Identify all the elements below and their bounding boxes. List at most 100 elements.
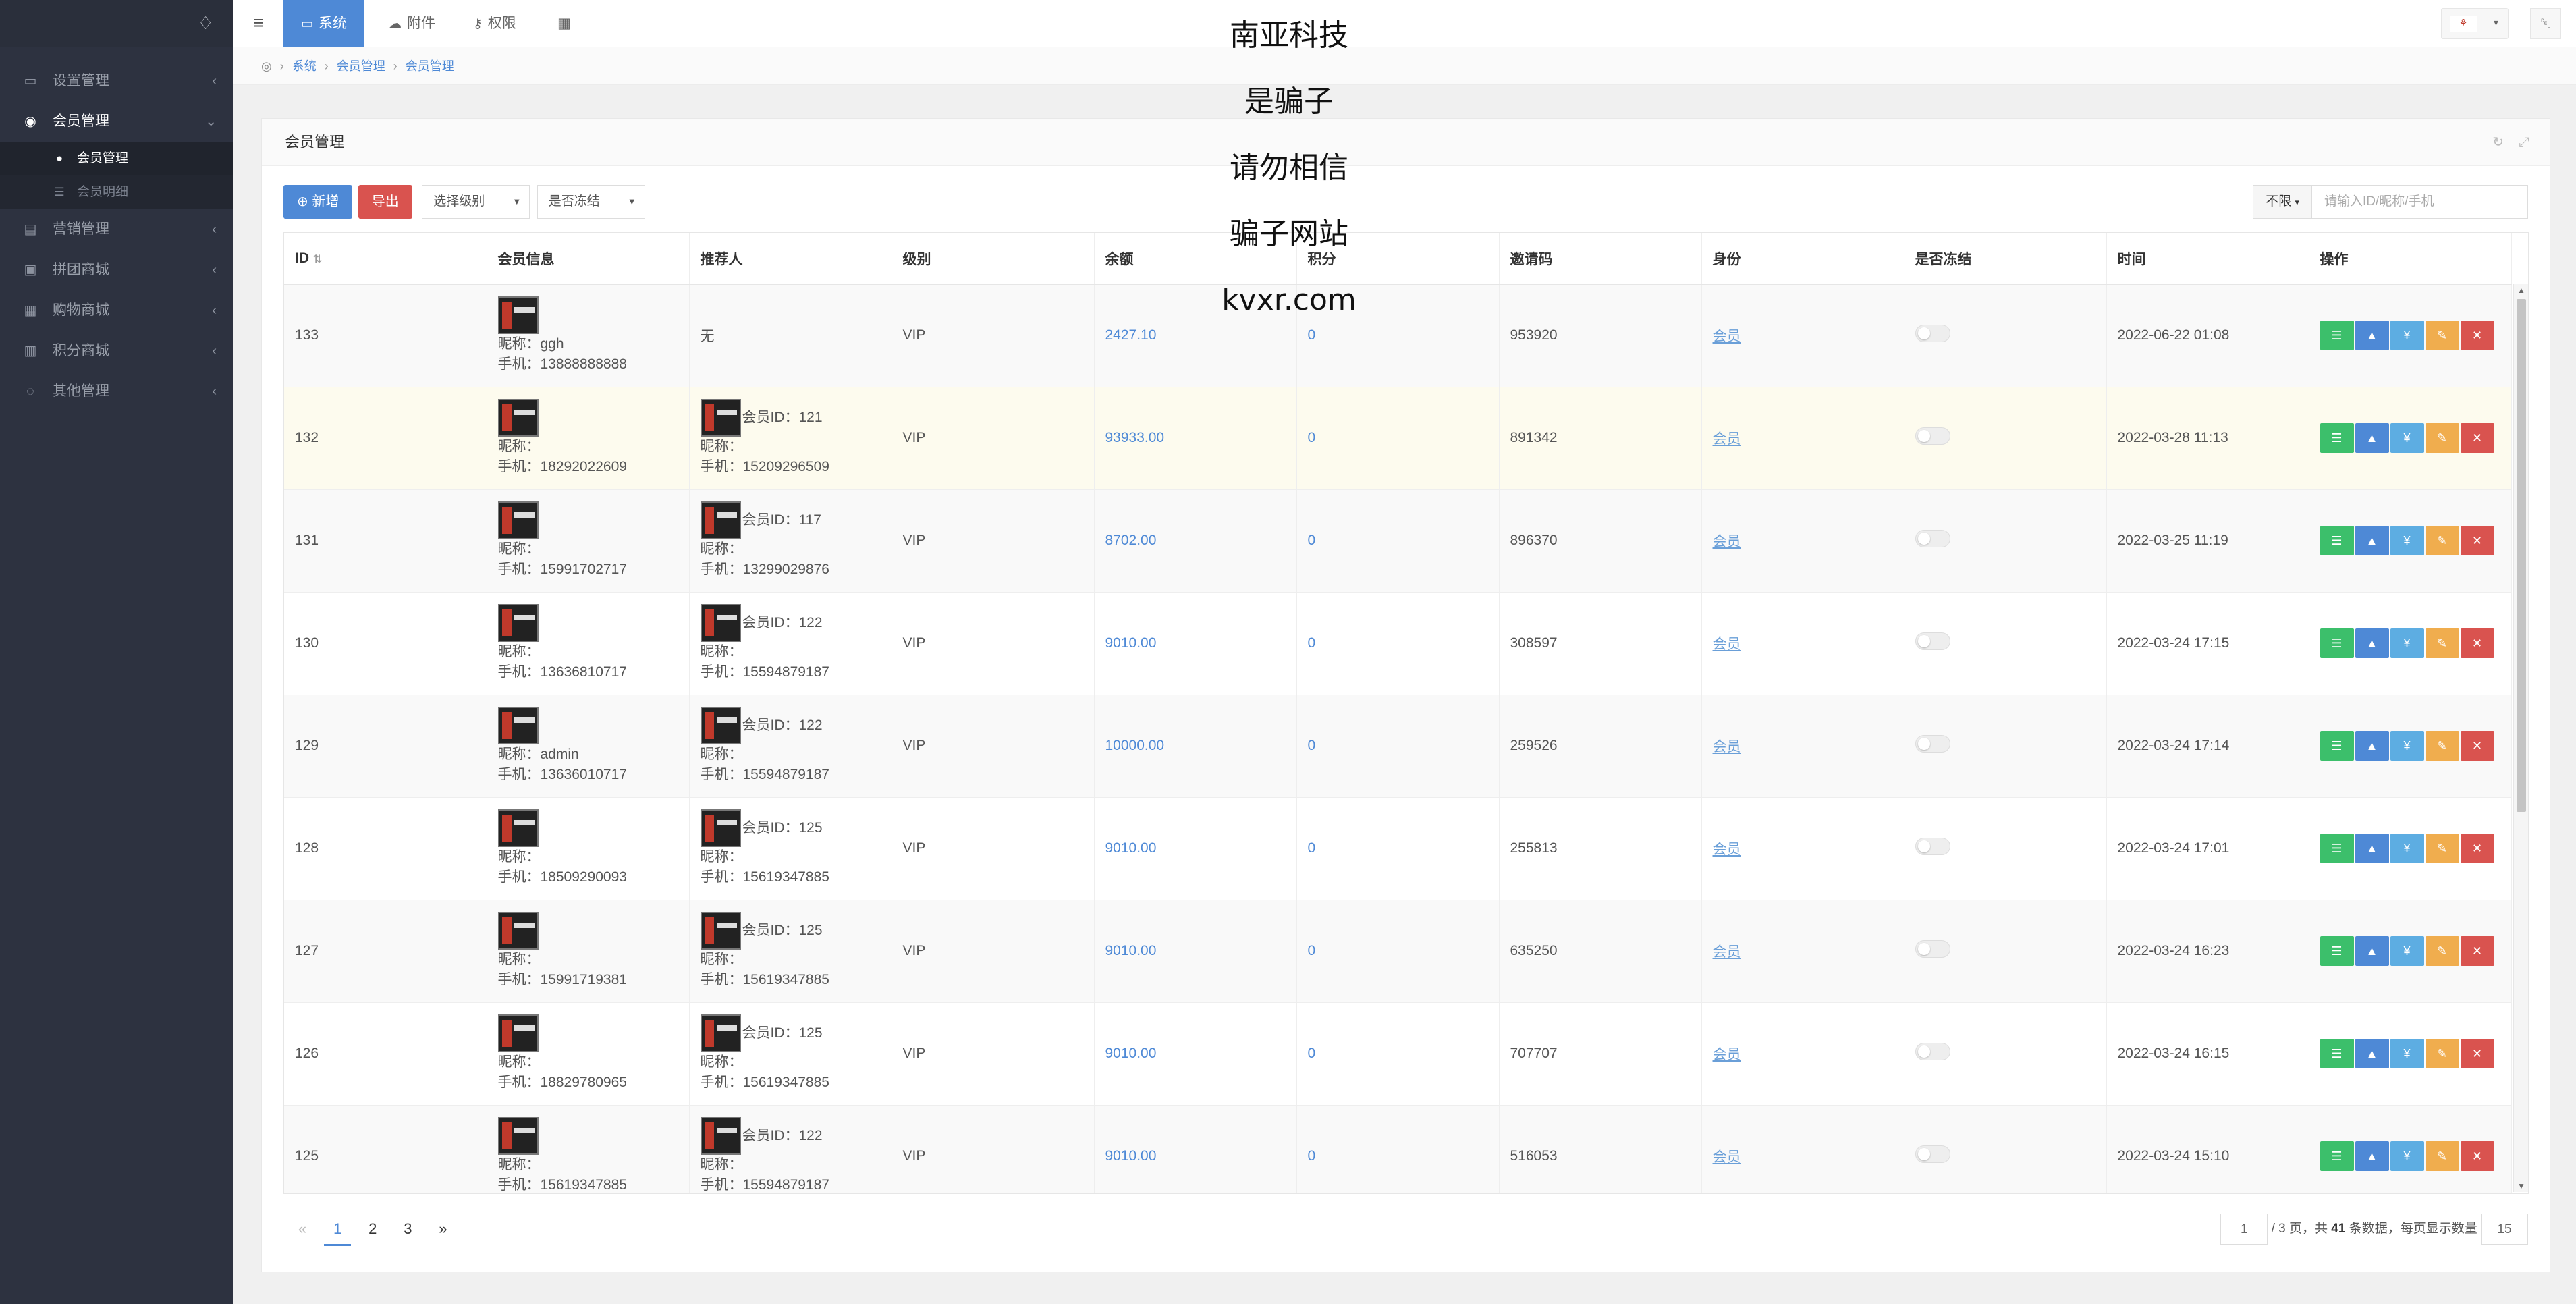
sitemap-button[interactable]: ☰: [2320, 1141, 2354, 1171]
shirt-button[interactable]: ▲: [2355, 321, 2389, 350]
points-link[interactable]: 0: [1308, 635, 1316, 651]
sidebar-item-shop[interactable]: ▦ 购物商城 ‹: [0, 290, 233, 331]
pencil-button[interactable]: ✎: [2425, 423, 2459, 453]
sitemap-button[interactable]: ☰: [2320, 628, 2354, 658]
frozen-toggle[interactable]: [1915, 1043, 1950, 1060]
role-link[interactable]: 会员: [1713, 431, 1741, 447]
points-link[interactable]: 0: [1308, 1148, 1316, 1164]
per-page-select[interactable]: 15: [2481, 1214, 2528, 1245]
sidebar-item-other[interactable]: ◌ 其他管理 ‹: [0, 371, 233, 412]
pencil-button[interactable]: ✎: [2425, 1141, 2459, 1171]
page-button-1[interactable]: 1: [324, 1212, 352, 1246]
role-link[interactable]: 会员: [1713, 329, 1741, 344]
role-link[interactable]: 会员: [1713, 1047, 1741, 1062]
frozen-toggle[interactable]: [1915, 940, 1950, 958]
page-button-2[interactable]: 2: [359, 1212, 386, 1246]
shirt-button[interactable]: ▲: [2355, 834, 2389, 863]
sidebar-item-members[interactable]: ◉ 会员管理 ⌄: [0, 101, 233, 142]
close-button[interactable]: ✕: [2460, 1141, 2494, 1171]
frozen-toggle[interactable]: [1915, 530, 1950, 547]
trash-icon[interactable]: ␡: [2530, 8, 2561, 39]
yen-button[interactable]: ¥: [2390, 1141, 2424, 1171]
sidebar-subitem-member-detail[interactable]: ☰ 会员明细: [0, 175, 233, 209]
sitemap-button[interactable]: ☰: [2320, 834, 2354, 863]
role-link[interactable]: 会员: [1713, 739, 1741, 755]
balance-link[interactable]: 9010.00: [1105, 1045, 1157, 1061]
close-button[interactable]: ✕: [2460, 834, 2494, 863]
points-link[interactable]: 0: [1308, 738, 1316, 753]
menu-toggle-icon[interactable]: ≡: [248, 12, 269, 34]
breadcrumb-item[interactable]: 会员管理: [337, 59, 385, 73]
shirt-button[interactable]: ▲: [2355, 936, 2389, 966]
points-link[interactable]: 0: [1308, 840, 1316, 856]
frozen-toggle[interactable]: [1915, 735, 1950, 753]
close-button[interactable]: ✕: [2460, 1039, 2494, 1068]
yen-button[interactable]: ¥: [2390, 321, 2424, 350]
yen-button[interactable]: ¥: [2390, 526, 2424, 555]
tab-permissions[interactable]: ⚷ 权限: [456, 0, 534, 47]
pencil-button[interactable]: ✎: [2425, 834, 2459, 863]
sidebar-item-points-shop[interactable]: ▥ 积分商城 ‹: [0, 331, 233, 371]
yen-button[interactable]: ¥: [2390, 834, 2424, 863]
sitemap-button[interactable]: ☰: [2320, 423, 2354, 453]
close-button[interactable]: ✕: [2460, 628, 2494, 658]
pencil-button[interactable]: ✎: [2425, 936, 2459, 966]
shirt-button[interactable]: ▲: [2355, 423, 2389, 453]
frozen-toggle[interactable]: [1915, 632, 1950, 650]
search-scope-dropdown[interactable]: 不限 ▾: [2253, 185, 2312, 219]
role-link[interactable]: 会员: [1713, 1149, 1741, 1165]
shirt-button[interactable]: ▲: [2355, 628, 2389, 658]
balance-link[interactable]: 9010.00: [1105, 840, 1157, 856]
close-button[interactable]: ✕: [2460, 321, 2494, 350]
page-jump-input[interactable]: 1: [2220, 1214, 2268, 1245]
breadcrumb-item[interactable]: 系统: [292, 59, 317, 73]
points-link[interactable]: 0: [1308, 430, 1316, 445]
pencil-button[interactable]: ✎: [2425, 321, 2459, 350]
close-button[interactable]: ✕: [2460, 423, 2494, 453]
sitemap-button[interactable]: ☰: [2320, 936, 2354, 966]
sidebar-item-settings[interactable]: ▭ 设置管理 ‹: [0, 61, 233, 101]
pencil-button[interactable]: ✎: [2425, 526, 2459, 555]
user-menu[interactable]: ⚘ ▾: [2441, 8, 2509, 39]
sitemap-button[interactable]: ☰: [2320, 526, 2354, 555]
close-button[interactable]: ✕: [2460, 936, 2494, 966]
next-page-button[interactable]: »: [430, 1212, 457, 1246]
shirt-button[interactable]: ▲: [2355, 526, 2389, 555]
points-link[interactable]: 0: [1308, 943, 1316, 958]
yen-button[interactable]: ¥: [2390, 936, 2424, 966]
pencil-button[interactable]: ✎: [2425, 731, 2459, 761]
breadcrumb-item[interactable]: 会员管理: [406, 59, 454, 73]
sidebar-item-marketing[interactable]: ▤ 营销管理 ‹: [0, 209, 233, 250]
export-button[interactable]: 导出: [358, 185, 412, 219]
frozen-toggle[interactable]: [1915, 1145, 1950, 1163]
frozen-select[interactable]: 是否冻结 ▼: [537, 185, 645, 219]
points-link[interactable]: 0: [1308, 533, 1316, 548]
sidebar-subitem-member-manage[interactable]: ● 会员管理: [0, 142, 233, 175]
add-button[interactable]: ⊕ 新增: [283, 185, 353, 219]
shirt-button[interactable]: ▲: [2355, 1141, 2389, 1171]
sort-icon[interactable]: ⇅: [313, 254, 322, 265]
column-header-id[interactable]: ID ⇅: [284, 233, 487, 285]
search-input[interactable]: 请输入ID/昵称/手机: [2312, 185, 2528, 219]
role-link[interactable]: 会员: [1713, 534, 1741, 549]
scroll-up-icon[interactable]: ▲: [2517, 286, 2525, 295]
tab-system[interactable]: ▭ 系统: [283, 0, 364, 47]
frozen-toggle[interactable]: [1915, 427, 1950, 445]
tab-apps[interactable]: ▦: [540, 0, 588, 47]
points-link[interactable]: 0: [1308, 1045, 1316, 1061]
close-button[interactable]: ✕: [2460, 731, 2494, 761]
balance-link[interactable]: 8702.00: [1105, 533, 1157, 548]
balance-link[interactable]: 93933.00: [1105, 430, 1165, 445]
page-button-3[interactable]: 3: [394, 1212, 421, 1246]
pencil-button[interactable]: ✎: [2425, 1039, 2459, 1068]
yen-button[interactable]: ¥: [2390, 731, 2424, 761]
role-link[interactable]: 会员: [1713, 636, 1741, 652]
tab-attachments[interactable]: ☁ 附件: [371, 0, 453, 47]
frozen-toggle[interactable]: [1915, 838, 1950, 855]
balance-link[interactable]: 9010.00: [1105, 635, 1157, 651]
frozen-toggle[interactable]: [1915, 325, 1950, 342]
sitemap-button[interactable]: ☰: [2320, 1039, 2354, 1068]
refresh-icon[interactable]: ↻: [2492, 135, 2504, 150]
balance-link[interactable]: 9010.00: [1105, 1148, 1157, 1164]
balance-link[interactable]: 10000.00: [1105, 738, 1165, 753]
